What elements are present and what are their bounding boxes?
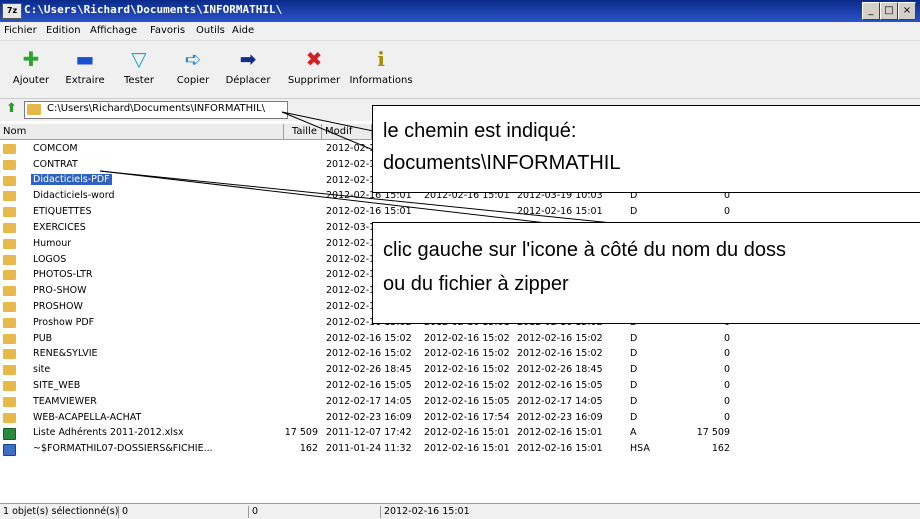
- callout-click: clic gauche sur l'icone à côté du nom du…: [372, 222, 920, 324]
- callout-path-line-2: documents\INFORMATHIL: [383, 152, 621, 174]
- callout-click-line-1: clic gauche sur l'icone à côté du nom du…: [383, 239, 786, 261]
- callout-click-line-2: ou du fichier à zipper: [383, 273, 569, 295]
- callout-path: le chemin est indiqué: documents\INFORMA…: [372, 105, 920, 193]
- callout-path-line-1: le chemin est indiqué:: [383, 120, 577, 142]
